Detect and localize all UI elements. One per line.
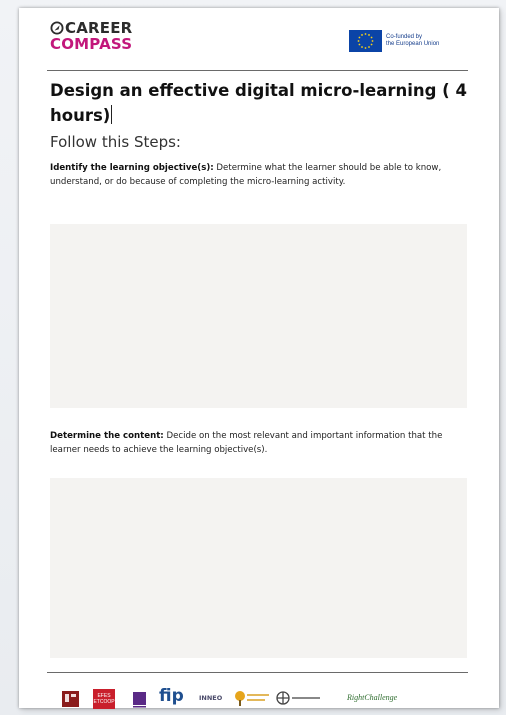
eu-star <box>368 34 370 36</box>
partner-logos: EFES ETCOOP fip INNEO RightChallenge <box>61 686 471 709</box>
content-answer-box[interactable] <box>50 478 467 658</box>
content-lead: Determine the content: <box>50 431 164 441</box>
compass-icon <box>50 21 64 35</box>
eu-cofunded-badge: Co-funded by the European Union <box>349 30 439 52</box>
eu-text-line2: the European Union <box>386 41 440 47</box>
partner-logo-efes: EFES ETCOOP <box>93 689 115 709</box>
page-title[interactable]: Design an effective digital micro-learni… <box>50 78 470 128</box>
eu-star <box>361 46 363 48</box>
eu-star <box>357 40 360 42</box>
objective-instructions: Identify the learning objective(s): Dete… <box>50 161 470 189</box>
logo-text-career: CAREER <box>65 19 133 37</box>
footer-divider <box>47 672 468 673</box>
eu-text-line1: Co-funded by <box>386 34 423 40</box>
eu-star <box>364 47 367 49</box>
eu-star <box>364 33 367 35</box>
eu-star <box>358 36 361 39</box>
partner-logo-6-icon <box>276 691 320 705</box>
content-instructions: Determine the content: Decide on the mos… <box>50 429 470 457</box>
eu-star <box>370 36 373 39</box>
logo-text-compass: COMPASS <box>50 35 133 53</box>
partner-logo-rightchallenge: RightChallenge <box>347 693 398 702</box>
partner-logo-1-icon <box>62 691 79 707</box>
document-page: CAREER COMPASS Co-funded by the European… <box>19 8 499 708</box>
eu-star <box>370 43 373 46</box>
partner-logo-tree-icon <box>235 691 269 706</box>
eu-star <box>361 34 363 36</box>
text-cursor <box>111 105 113 124</box>
partner-logo-fip: fip <box>159 686 184 706</box>
eu-flag-icon <box>349 30 382 52</box>
career-compass-logo: CAREER COMPASS <box>50 20 132 52</box>
partner-logo-3-icon <box>133 692 146 708</box>
eu-star <box>358 43 361 46</box>
eu-star <box>371 40 374 42</box>
objective-lead: Identify the learning objective(s): <box>50 163 214 173</box>
viewer-background: CAREER COMPASS Co-funded by the European… <box>0 0 506 715</box>
objective-answer-box[interactable] <box>50 224 467 408</box>
steps-subtitle: Follow this Steps: <box>50 133 181 151</box>
partner-logo-inneo: INNEO <box>199 694 223 702</box>
eu-star <box>368 46 370 48</box>
header-divider <box>47 70 468 71</box>
